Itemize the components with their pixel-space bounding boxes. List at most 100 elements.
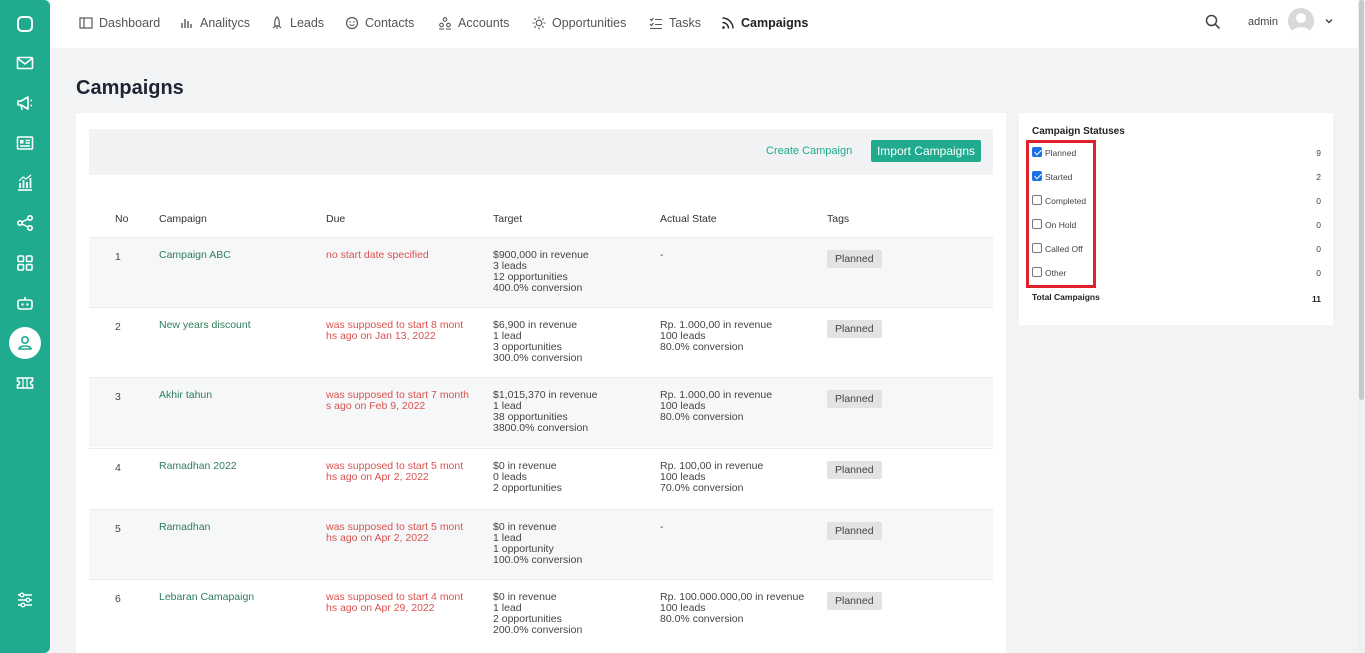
robot-icon[interactable] (9, 287, 41, 319)
grid-icon[interactable] (9, 247, 41, 279)
nav-opportunities[interactable]: Opportunities (532, 14, 626, 32)
nav-label: Contacts (365, 16, 415, 30)
nav-dashboard[interactable]: Dashboard (79, 14, 160, 32)
scrollbar[interactable] (1358, 0, 1365, 653)
status-badge: Planned (827, 390, 882, 408)
rss-icon (722, 17, 734, 29)
target-line: 100.0% conversion (493, 554, 583, 566)
nav-contacts[interactable]: Contacts (345, 14, 414, 32)
target-text: $1,015,370 in revenue 1 lead 38 opportunit… (493, 390, 598, 434)
id-card-icon[interactable] (9, 127, 41, 159)
actual-line: 70.0% conversion (660, 482, 744, 494)
target-text: $900,000 in revenue 3 leads 12 opportuniti… (493, 250, 589, 294)
campaign-link[interactable]: New years discount (159, 320, 251, 331)
status-count: 0 (1316, 220, 1321, 230)
row-number: 4 (115, 462, 121, 474)
actual-state-text: Rp. 100,00 in revenue 100 leads 70.0% conv… (660, 461, 763, 494)
target-line: 400.0% conversion (493, 282, 583, 294)
table-row: 4 Ramadhan 2022 was supposed to start 5 mo… (89, 448, 993, 518)
status-badge: Planned (827, 522, 882, 540)
total-count: 11 (1312, 294, 1321, 304)
page-title: Campaigns (76, 77, 184, 99)
ticket-icon[interactable] (9, 367, 41, 399)
status-count: 2 (1316, 172, 1321, 182)
due-text: was supposed to start 8 mont hs ago on Ja… (326, 320, 471, 342)
user-name[interactable]: admin (1248, 16, 1278, 28)
nav-label: Campaigns (741, 16, 809, 30)
status-badge: Planned (827, 461, 882, 479)
chevron-down-icon[interactable] (1324, 16, 1334, 26)
target-text: $0 in revenue 0 leads 2 opportunities (493, 461, 562, 494)
table-row: 2 New years discount was supposed to start… (89, 307, 993, 377)
nav-leads[interactable]: Leads (270, 14, 324, 32)
due-text: no start date specified (326, 250, 471, 261)
total-label: Total Campaigns (1032, 292, 1100, 302)
nav-label: Leads (290, 16, 325, 30)
due-line: hs ago on Apr 29, 2022 (326, 602, 435, 614)
people-icon (439, 17, 451, 30)
scrollbar-thumb[interactable] (1359, 0, 1364, 400)
due-text: was supposed to start 7 month s ago on Fe… (326, 390, 471, 412)
due-line: hs ago on Apr 2, 2022 (326, 471, 429, 483)
sidebar (0, 0, 50, 653)
actual-line: 80.0% conversion (660, 341, 744, 353)
sun-icon (532, 16, 546, 30)
checklist-icon (649, 17, 662, 30)
status-count: 0 (1316, 244, 1321, 254)
nav-campaigns[interactable]: Campaigns (721, 14, 808, 32)
megaphone-icon[interactable] (9, 87, 41, 119)
due-text: was supposed to start 5 mont hs ago on Ap… (326, 522, 471, 544)
actual-state-text: Rp. 1.000,00 in revenue 100 leads 80.0% co… (660, 320, 772, 353)
actual-state-text: Rp. 100.000.000,00 in revenue 100 leads 80… (660, 592, 804, 625)
table-row: 6 Lebaran Camapaign was supposed to start … (89, 579, 993, 649)
due-line: hs ago on Jan 13, 2022 (326, 330, 436, 342)
nav-label: Tasks (669, 16, 701, 30)
target-line: 2 opportunities (493, 482, 562, 494)
due-line: hs ago on Apr 2, 2022 (326, 532, 429, 544)
search-icon[interactable] (1204, 13, 1222, 31)
nav-analytics[interactable]: Analitycs (180, 14, 250, 32)
total-campaigns-row: Total Campaigns 11 (1032, 292, 1321, 304)
actual-state-text: Rp. 1.000,00 in revenue 100 leads 80.0% co… (660, 390, 772, 423)
target-text: $6,900 in revenue 1 lead 3 opportunities 30… (493, 320, 582, 364)
settings-sliders-icon[interactable] (9, 584, 41, 616)
highlight-box (1026, 140, 1096, 288)
share-icon[interactable] (9, 207, 41, 239)
status-badge: Planned (827, 320, 882, 338)
column-header-campaign: Campaign (159, 213, 207, 225)
row-number: 2 (115, 321, 121, 333)
app-logo-icon[interactable] (9, 8, 41, 40)
column-header-no: No (115, 213, 129, 225)
mail-icon[interactable] (9, 47, 41, 79)
user-icon[interactable] (9, 327, 41, 359)
bar-chart-icon (181, 19, 192, 28)
row-number: 5 (115, 523, 121, 535)
campaign-link[interactable]: Campaign ABC (159, 250, 231, 261)
avatar[interactable] (1288, 8, 1314, 34)
campaign-link[interactable]: Lebaran Camapaign (159, 592, 254, 603)
due-text: was supposed to start 5 mont hs ago on Ap… (326, 461, 471, 483)
smile-icon (345, 16, 359, 30)
rocket-icon (272, 16, 282, 29)
nav-label: Analitycs (200, 16, 251, 30)
top-navigation: Dashboard Analitycs Leads Contacts Accou… (50, 0, 1358, 48)
layout-icon (79, 17, 93, 29)
chart-icon[interactable] (9, 167, 41, 199)
nav-accounts[interactable]: Accounts (438, 14, 509, 32)
actual-line: - (660, 521, 664, 533)
campaign-link[interactable]: Akhir tahun (159, 390, 212, 401)
target-text: $0 in revenue 1 lead 1 opportunity 100.0% c… (493, 522, 582, 566)
target-line: 300.0% conversion (493, 352, 583, 364)
create-campaign-link[interactable]: Create Campaign (766, 145, 852, 157)
status-badge: Planned (827, 250, 882, 268)
target-line: 200.0% conversion (493, 624, 583, 636)
import-campaigns-button[interactable]: Import Campaigns (871, 140, 981, 162)
table-row: 3 Akhir tahun was supposed to start 7 mont… (89, 377, 993, 447)
due-line: s ago on Feb 9, 2022 (326, 400, 426, 412)
campaign-link[interactable]: Ramadhan (159, 522, 210, 533)
campaign-link[interactable]: Ramadhan 2022 (159, 461, 237, 472)
table-row: 1 Campaign ABC no start date specified $900… (89, 237, 993, 307)
actual-line: - (660, 249, 664, 261)
nav-tasks[interactable]: Tasks (649, 14, 701, 32)
status-badge: Planned (827, 592, 882, 610)
